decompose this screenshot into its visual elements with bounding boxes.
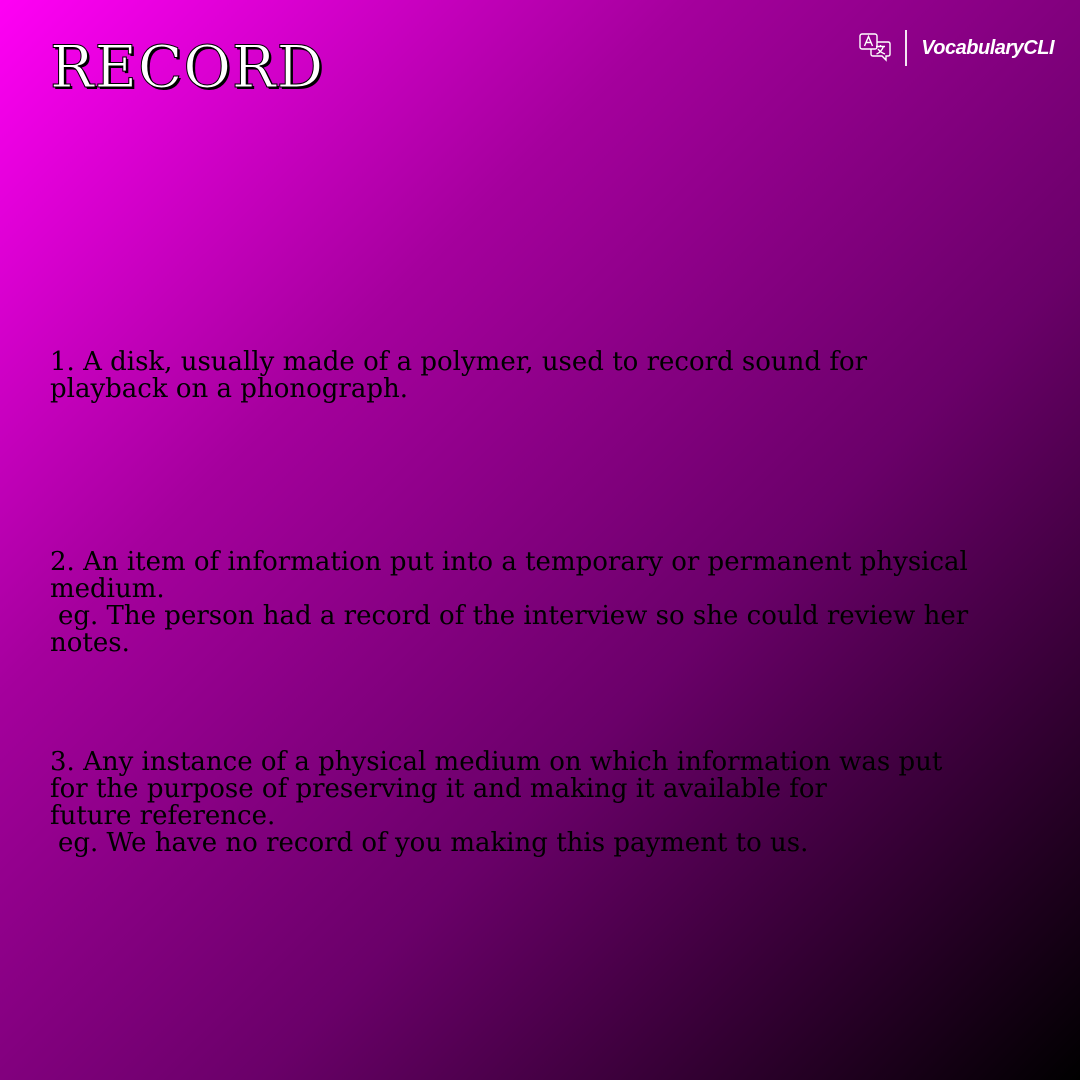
brand-divider xyxy=(905,30,908,66)
definition-line: 1. A disk, usually made of a polymer, us… xyxy=(50,347,868,377)
definition-line: 2. An item of information put into a tem… xyxy=(50,547,968,577)
definition-line: medium. xyxy=(50,574,165,604)
brand-name: VocabularyCLI xyxy=(921,36,1054,59)
vocabulary-card: RECORD VocabularyCLI 1. A disk, usually … xyxy=(0,0,1080,1080)
definition-example-continued: notes. xyxy=(50,628,130,658)
definition-example: eg. The person had a record of the inter… xyxy=(58,601,969,631)
definition-example: eg. We have no record of you making this… xyxy=(58,828,809,858)
definition-line: future reference. xyxy=(50,801,276,831)
definition-2: 2. An item of information put into a tem… xyxy=(50,549,985,657)
definition-3: 3. Any instance of a physical medium on … xyxy=(50,749,985,857)
definition-line: playback on a phonograph. xyxy=(50,374,408,404)
translate-icon xyxy=(859,33,891,62)
brand-logo: VocabularyCLI xyxy=(859,30,1054,66)
definition-line: for the purpose of preserving it and mak… xyxy=(50,774,827,804)
definition-1: 1. A disk, usually made of a polymer, us… xyxy=(50,349,985,403)
definition-line: 3. Any instance of a physical medium on … xyxy=(50,747,943,777)
word-title: RECORD xyxy=(49,33,325,101)
